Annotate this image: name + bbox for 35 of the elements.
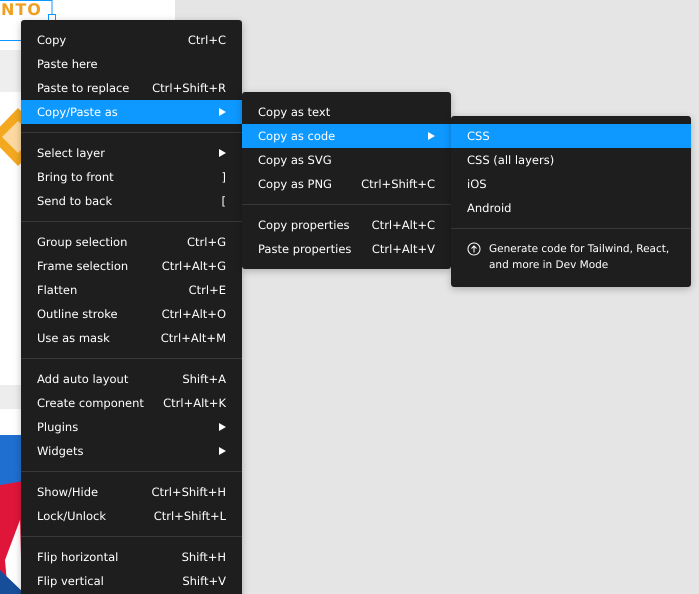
menu-item[interactable]: Paste here xyxy=(21,52,242,76)
menu-item[interactable]: Select layer xyxy=(21,141,242,165)
menu-item[interactable]: Use as mask Ctrl+Alt+M xyxy=(21,326,242,350)
caret-icon xyxy=(428,132,435,140)
menu-item[interactable]: Copy properties Ctrl+Alt+C xyxy=(242,213,451,237)
caret-icon xyxy=(219,108,226,116)
menu-item[interactable]: Plugins xyxy=(21,415,242,439)
menu-item[interactable]: Copy as PNG Ctrl+Shift+C xyxy=(242,172,451,196)
menu-item[interactable]: Paste to replace Ctrl+Shift+R xyxy=(21,76,242,100)
arrow-up-circle-icon xyxy=(467,242,481,256)
menu-item[interactable]: Copy as SVG xyxy=(242,148,451,172)
menu-item[interactable]: Flip vertical Shift+V xyxy=(21,569,242,593)
caret-icon xyxy=(219,447,226,455)
menu-item[interactable]: Group selection Ctrl+G xyxy=(21,230,242,254)
menu-item[interactable]: Create component Ctrl+Alt+K xyxy=(21,391,242,415)
menu-item[interactable]: Paste properties Ctrl+Alt+V xyxy=(242,237,451,261)
menu-item[interactable]: Android xyxy=(451,196,691,220)
menu-item[interactable]: Flip horizontal Shift+H xyxy=(21,545,242,569)
menu-item[interactable]: Frame selection Ctrl+Alt+G xyxy=(21,254,242,278)
caret-icon xyxy=(219,423,226,431)
menu-item[interactable]: iOS xyxy=(451,172,691,196)
menu-item[interactable]: Bring to front ] xyxy=(21,165,242,189)
menu-item[interactable]: Add auto layout Shift+A xyxy=(21,367,242,391)
menu-item[interactable]: Copy as text xyxy=(242,100,451,124)
menu-item[interactable]: Flatten Ctrl+E xyxy=(21,278,242,302)
canvas-heading: NTO xyxy=(1,0,42,20)
dev-mode-note: Generate code for Tailwind, React, and more in Dev Mode xyxy=(489,242,670,273)
menu-item[interactable]: Widgets xyxy=(21,439,242,463)
menu-item[interactable]: CSS (all layers) xyxy=(451,148,691,172)
menu-item[interactable]: Send to back [ xyxy=(21,189,242,213)
menu-item[interactable]: Outline stroke Ctrl+Alt+O xyxy=(21,302,242,326)
menu-item[interactable]: Show/Hide Ctrl+Shift+H xyxy=(21,480,242,504)
menu-item[interactable]: Copy Ctrl+C xyxy=(21,28,242,52)
menu-item[interactable]: Lock/Unlock Ctrl+Shift+L xyxy=(21,504,242,528)
caret-icon xyxy=(219,149,226,157)
